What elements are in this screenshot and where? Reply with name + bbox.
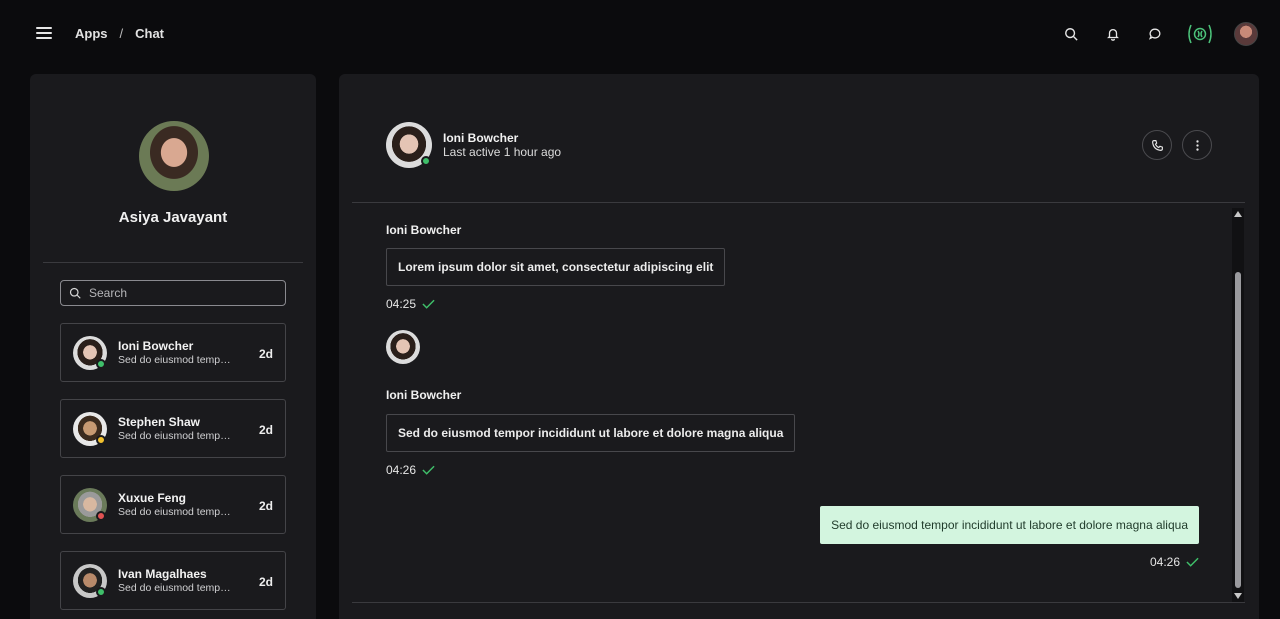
contact-preview: Sed do eiusmod tempor incididunt ut labo… <box>118 354 234 366</box>
breadcrumb-apps[interactable]: Apps <box>75 26 108 41</box>
contact-item[interactable]: Ivan Magalhaes Sed do eiusmod tempor inc… <box>60 551 286 610</box>
message-time: 04:26 <box>1150 555 1181 569</box>
chat-bubble-icon[interactable] <box>1144 23 1166 45</box>
divider <box>43 262 303 263</box>
profile-avatar <box>139 121 209 191</box>
top-icons <box>1060 22 1258 46</box>
search-icon <box>69 287 81 299</box>
scroll-down-arrow-icon[interactable] <box>1234 593 1242 599</box>
message-meta: 04:25 <box>386 297 435 311</box>
check-icon <box>422 299 435 309</box>
message-meta: 04:26 <box>1150 555 1199 569</box>
contact-item[interactable]: Ioni Bowcher Sed do eiusmod tempor incid… <box>60 323 286 382</box>
breadcrumb: Apps / Chat <box>75 26 164 41</box>
contact-name: Ioni Bowcher <box>118 339 194 353</box>
search-input[interactable] <box>89 286 269 300</box>
contact-name: Stephen Shaw <box>118 415 201 429</box>
user-avatar[interactable] <box>1234 22 1258 46</box>
status-dot <box>96 359 106 369</box>
divider <box>352 602 1245 603</box>
message-bubble-incoming: Sed do eiusmod tempor incididunt ut labo… <box>386 414 796 452</box>
brain-icon[interactable] <box>1186 22 1214 46</box>
breadcrumb-chat[interactable]: Chat <box>135 26 164 41</box>
contact-name: Xuxue Feng <box>118 491 187 505</box>
contact-time: 2d <box>258 347 273 361</box>
more-options-button[interactable] <box>1182 130 1212 160</box>
menu-icon[interactable] <box>36 27 52 40</box>
search-icon[interactable] <box>1060 23 1082 45</box>
contact-item[interactable]: Xuxue Feng Sed do eiusmod tempor incidid… <box>60 475 286 534</box>
chat-panel: Ioni Bowcher Last active 1 hour ago Ioni… <box>339 74 1259 619</box>
phone-icon <box>1151 139 1163 151</box>
contact-time: 2d <box>258 423 273 437</box>
contacts-panel: Asiya Javayant Ioni Bowcher Sed do eiusm… <box>30 74 316 619</box>
message-avatar <box>386 330 420 364</box>
contact-preview: Sed do eiusmod tempor incididunt ut labo… <box>118 506 234 518</box>
call-button[interactable] <box>1142 130 1172 160</box>
scroll-up-arrow-icon[interactable] <box>1234 211 1242 217</box>
profile-name: Asiya Javayant <box>118 209 228 226</box>
status-dot <box>421 156 431 166</box>
contact-time: 2d <box>258 499 273 513</box>
contact-preview: Sed do eiusmod tempor incididunt ut labo… <box>118 582 234 594</box>
message-time: 04:25 <box>386 297 417 311</box>
message-bubble-incoming: Lorem ipsum dolor sit amet, consectetur … <box>386 248 726 286</box>
contact-time: 2d <box>258 575 273 589</box>
status-dot <box>96 435 106 445</box>
chat-last-active: Last active 1 hour ago <box>443 145 562 159</box>
message-sender: Ioni Bowcher <box>386 388 462 402</box>
message-sender: Ioni Bowcher <box>386 223 462 237</box>
scrollbar-thumb[interactable] <box>1235 272 1241 588</box>
status-dot <box>96 587 106 597</box>
status-dot <box>96 511 106 521</box>
message-bubble-outgoing: Sed do eiusmod tempor incididunt ut labo… <box>820 506 1199 544</box>
check-icon <box>422 465 435 475</box>
contact-preview: Sed do eiusmod tempor incididunt ut labo… <box>118 430 234 442</box>
top-bar: Apps / Chat <box>0 0 1280 68</box>
more-vertical-icon <box>1195 139 1199 151</box>
contact-item[interactable]: Stephen Shaw Sed do eiusmod tempor incid… <box>60 399 286 458</box>
bell-icon[interactable] <box>1102 23 1124 45</box>
contact-name: Ivan Magalhaes <box>118 567 207 581</box>
divider <box>352 202 1245 203</box>
message-meta: 04:26 <box>386 463 435 477</box>
scrollbar[interactable] <box>1232 208 1244 602</box>
message-time: 04:26 <box>386 463 417 477</box>
search-box <box>60 280 286 306</box>
breadcrumb-separator: / <box>119 26 124 41</box>
check-icon <box>1186 557 1199 567</box>
chat-contact-name: Ioni Bowcher <box>443 131 519 145</box>
